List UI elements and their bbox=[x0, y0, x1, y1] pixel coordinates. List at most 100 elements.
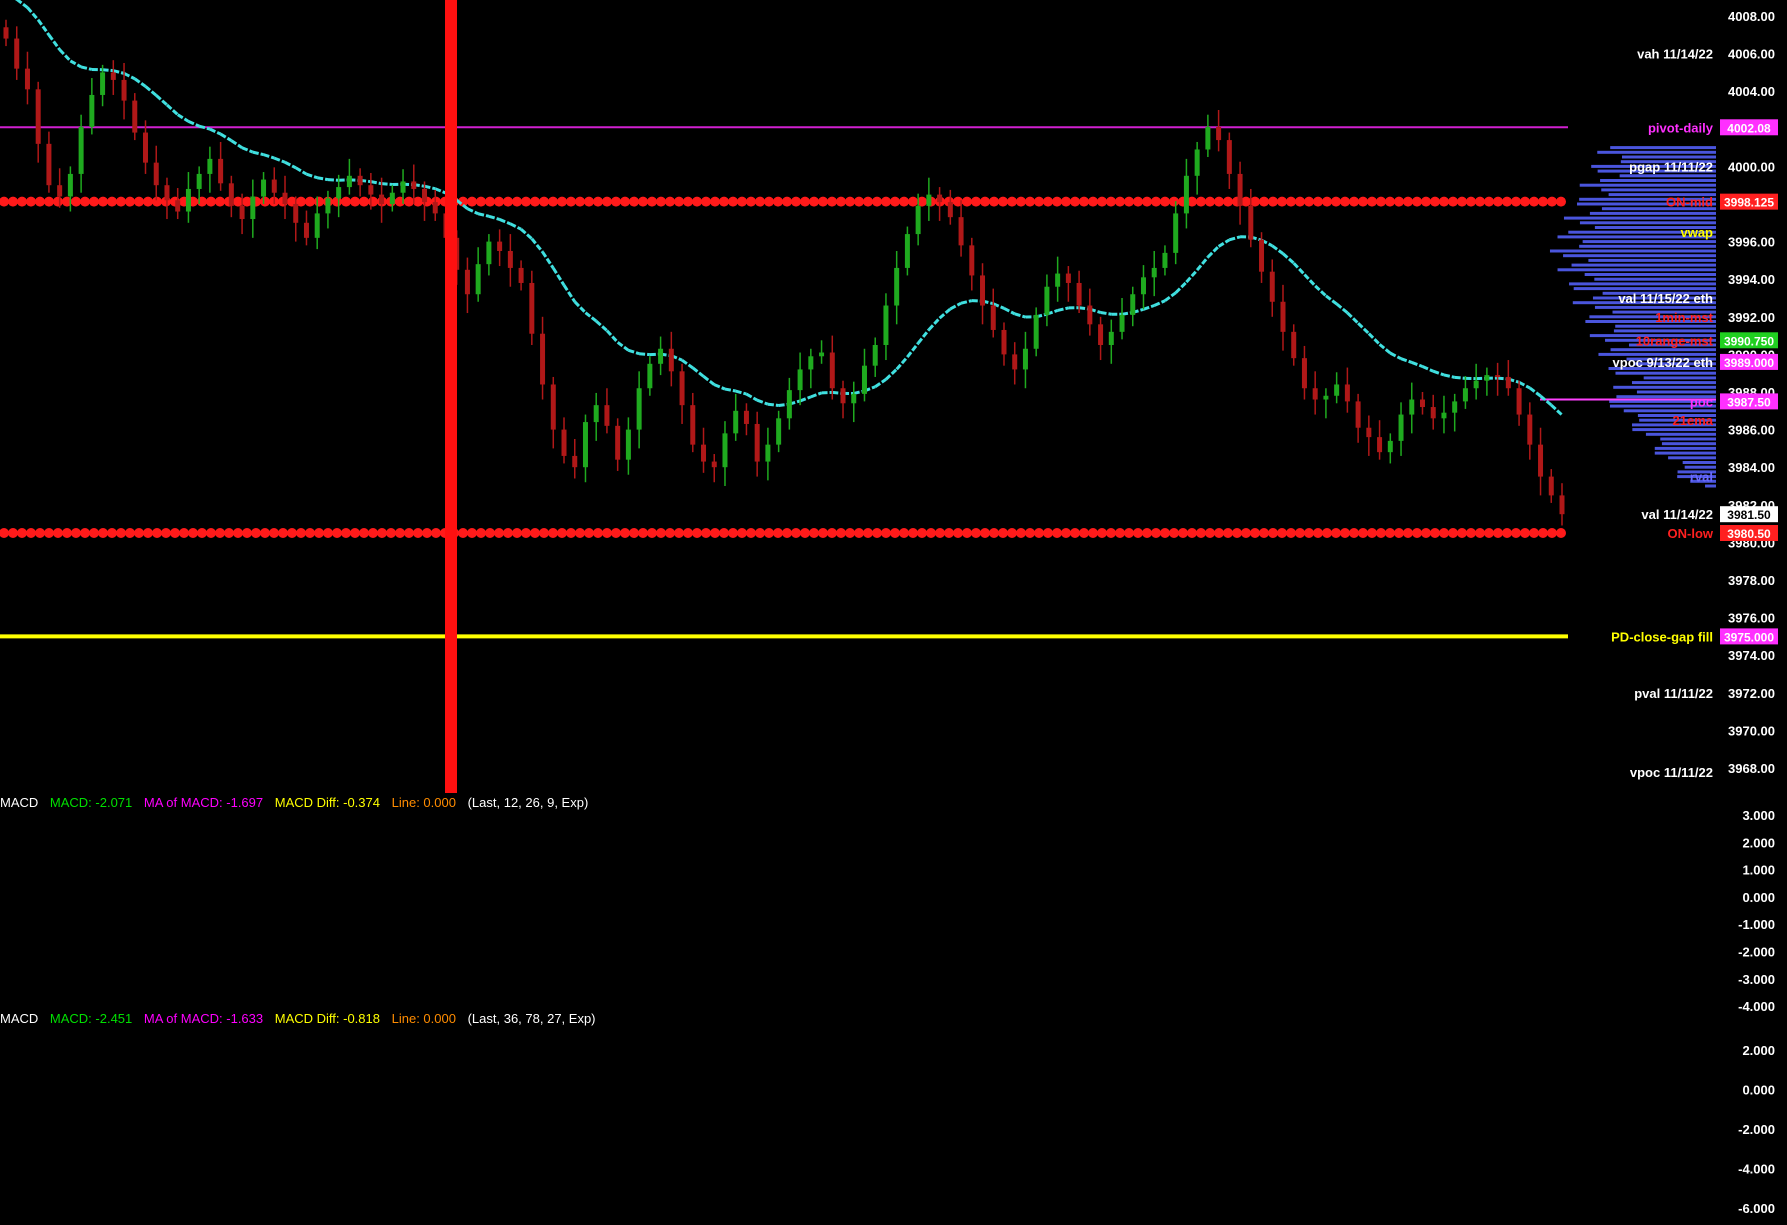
up-candle[interactable] bbox=[1409, 400, 1414, 415]
down-candle[interactable] bbox=[293, 204, 298, 223]
up-candle[interactable] bbox=[637, 388, 642, 429]
up-candle[interactable] bbox=[722, 433, 727, 467]
up-candle[interactable] bbox=[336, 187, 341, 198]
down-candle[interactable] bbox=[379, 195, 384, 204]
up-candle[interactable] bbox=[851, 394, 856, 403]
down-candle[interactable] bbox=[1517, 388, 1522, 414]
down-candle[interactable] bbox=[1302, 358, 1307, 388]
up-candle[interactable] bbox=[1399, 415, 1404, 441]
down-candle[interactable] bbox=[1356, 401, 1361, 427]
down-candle[interactable] bbox=[25, 69, 30, 90]
down-candle[interactable] bbox=[701, 445, 706, 462]
down-candle[interactable] bbox=[1538, 445, 1543, 477]
up-candle[interactable] bbox=[733, 411, 738, 434]
up-candle[interactable] bbox=[808, 356, 813, 369]
down-candle[interactable] bbox=[680, 371, 685, 405]
down-candle[interactable] bbox=[411, 181, 416, 189]
up-candle[interactable] bbox=[916, 206, 921, 234]
up-candle[interactable] bbox=[1162, 253, 1167, 268]
down-candle[interactable] bbox=[529, 283, 534, 334]
down-candle[interactable] bbox=[1313, 388, 1318, 399]
down-candle[interactable] bbox=[1248, 206, 1253, 240]
up-candle[interactable] bbox=[658, 349, 663, 364]
up-candle[interactable] bbox=[347, 176, 352, 187]
trading-chart[interactable]: 4008.004006.004004.004000.003996.003994.… bbox=[0, 0, 1787, 1220]
down-candle[interactable] bbox=[1216, 127, 1221, 140]
down-candle[interactable] bbox=[497, 242, 502, 251]
down-candle[interactable] bbox=[111, 72, 116, 80]
down-candle[interactable] bbox=[272, 180, 277, 193]
down-candle[interactable] bbox=[604, 405, 609, 426]
down-candle[interactable] bbox=[175, 200, 180, 211]
down-candle[interactable] bbox=[562, 430, 567, 456]
up-candle[interactable] bbox=[1474, 381, 1479, 389]
down-candle[interactable] bbox=[1280, 302, 1285, 332]
up-candle[interactable] bbox=[894, 268, 899, 306]
down-candle[interactable] bbox=[57, 185, 62, 196]
down-candle[interactable] bbox=[465, 270, 470, 294]
down-candle[interactable] bbox=[615, 426, 620, 460]
up-candle[interactable] bbox=[905, 234, 910, 268]
down-candle[interactable] bbox=[368, 185, 373, 194]
up-candle[interactable] bbox=[476, 264, 481, 294]
up-candle[interactable] bbox=[647, 364, 652, 388]
up-candle[interactable] bbox=[261, 180, 266, 197]
down-candle[interactable] bbox=[164, 185, 169, 200]
up-candle[interactable] bbox=[583, 422, 588, 467]
up-candle[interactable] bbox=[1120, 315, 1125, 332]
up-candle[interactable] bbox=[1141, 277, 1146, 294]
up-candle[interactable] bbox=[390, 193, 395, 204]
up-candle[interactable] bbox=[89, 95, 94, 127]
down-candle[interactable] bbox=[46, 144, 51, 185]
down-candle[interactable] bbox=[959, 217, 964, 245]
up-candle[interactable] bbox=[1334, 384, 1339, 395]
cursor-bar[interactable] bbox=[445, 0, 457, 793]
up-candle[interactable] bbox=[186, 189, 191, 212]
down-candle[interactable] bbox=[36, 89, 41, 144]
up-candle[interactable] bbox=[1023, 349, 1028, 370]
chart-canvas[interactable]: 4008.004006.004004.004000.003996.003994.… bbox=[0, 0, 1787, 1220]
down-candle[interactable] bbox=[422, 189, 427, 202]
up-candle[interactable] bbox=[787, 390, 792, 418]
down-candle[interactable] bbox=[712, 462, 717, 468]
cursor-vertical-bar[interactable] bbox=[445, 0, 457, 793]
down-candle[interactable] bbox=[841, 388, 846, 403]
down-candle[interactable] bbox=[1012, 354, 1017, 369]
down-candle[interactable] bbox=[1506, 377, 1511, 388]
down-candle[interactable] bbox=[1227, 140, 1232, 174]
down-candle[interactable] bbox=[240, 206, 245, 219]
down-candle[interactable] bbox=[540, 334, 545, 385]
up-candle[interactable] bbox=[486, 242, 491, 265]
up-candle[interactable] bbox=[798, 369, 803, 390]
down-candle[interactable] bbox=[830, 353, 835, 389]
up-candle[interactable] bbox=[594, 405, 599, 422]
up-candle[interactable] bbox=[626, 430, 631, 460]
down-candle[interactable] bbox=[1377, 437, 1382, 452]
down-candle[interactable] bbox=[154, 163, 159, 186]
up-candle[interactable] bbox=[1388, 441, 1393, 452]
up-candle[interactable] bbox=[197, 174, 202, 189]
up-candle[interactable] bbox=[1044, 287, 1049, 315]
down-candle[interactable] bbox=[1259, 240, 1264, 272]
up-candle[interactable] bbox=[1195, 149, 1200, 175]
up-candle[interactable] bbox=[1463, 388, 1468, 401]
up-candle[interactable] bbox=[1205, 127, 1210, 150]
down-candle[interactable] bbox=[1420, 400, 1425, 408]
down-candle[interactable] bbox=[1066, 274, 1071, 283]
up-candle[interactable] bbox=[873, 345, 878, 366]
up-candle[interactable] bbox=[68, 174, 73, 197]
up-candle[interactable] bbox=[100, 72, 105, 95]
down-candle[interactable] bbox=[1001, 330, 1006, 354]
down-candle[interactable] bbox=[1077, 283, 1082, 306]
down-candle[interactable] bbox=[519, 268, 524, 283]
down-candle[interactable] bbox=[1098, 324, 1103, 345]
down-candle[interactable] bbox=[551, 384, 556, 429]
up-candle[interactable] bbox=[79, 127, 84, 174]
down-candle[interactable] bbox=[4, 27, 9, 38]
up-candle[interactable] bbox=[883, 306, 888, 345]
down-candle[interactable] bbox=[948, 202, 953, 217]
up-candle[interactable] bbox=[1034, 315, 1039, 349]
down-candle[interactable] bbox=[229, 183, 234, 206]
down-candle[interactable] bbox=[937, 195, 942, 203]
down-candle[interactable] bbox=[1366, 428, 1371, 437]
